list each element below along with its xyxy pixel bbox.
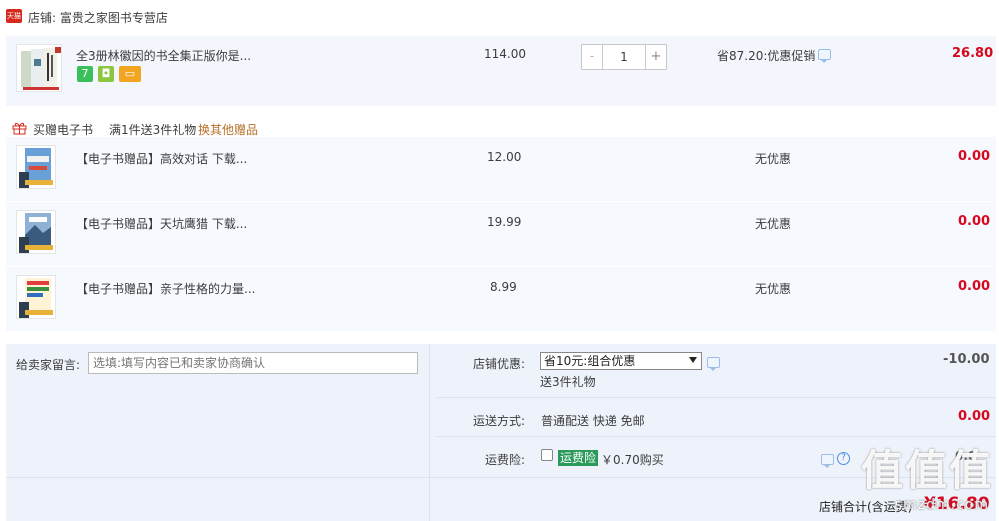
shop-discount-amount: -10.00: [943, 352, 990, 367]
gift-title[interactable]: 【电子书赠品】亲子性格的力量...: [76, 280, 255, 297]
divider: [436, 397, 996, 398]
insurance-checkbox[interactable]: [541, 449, 553, 461]
change-gift-link[interactable]: 换其他赠品: [198, 121, 258, 138]
seller-message-label: 给卖家留言:: [16, 358, 81, 372]
product-thumbnail[interactable]: [16, 44, 62, 92]
chat-icon[interactable]: [818, 49, 831, 63]
help-icon[interactable]: ?: [837, 452, 850, 465]
gift-price: 12.00: [487, 150, 522, 164]
shop-discount-note: 送3件礼物: [540, 375, 596, 389]
gift-label: 买赠电子书: [33, 123, 94, 137]
main-item-row: 全3册林徽因的书全集正版你是... 7 ◘ ▭ 114.00 - + 省87.2…: [6, 36, 996, 106]
gift-row: 【电子书赠品】天坑鹰猎 下载... 19.99 无优惠 0.00: [6, 202, 996, 266]
tmall-icon: 天猫: [6, 9, 22, 23]
item-subtotal: 26.80: [952, 46, 994, 61]
gift-thumbnail[interactable]: [16, 275, 56, 319]
gift-title[interactable]: 【电子书赠品】天坑鹰猎 下载...: [76, 215, 247, 232]
gift-promo: 无优惠: [755, 217, 792, 231]
gift-rule: 满1件送3件礼物: [109, 123, 197, 137]
shop-discount-select[interactable]: 省10元:组合优惠: [540, 352, 702, 370]
divider: [6, 477, 996, 478]
quantity-stepper[interactable]: - +: [581, 44, 667, 70]
gift-title[interactable]: 【电子书赠品】高效对话 下载...: [76, 150, 247, 167]
gift-header: 买赠电子书 满1件送3件礼物 换其他赠品: [0, 117, 999, 139]
shipping-amount: 0.00: [958, 409, 991, 424]
seller-message-input[interactable]: [88, 352, 418, 374]
shipping-label: 运送方式:: [473, 414, 526, 428]
gift-promo: 无优惠: [755, 282, 792, 296]
discount-info: 省87.20:优惠促销: [717, 49, 816, 63]
shop-discount-selected: 省10元:组合优惠: [544, 354, 636, 368]
gift-thumbnail[interactable]: [16, 145, 56, 189]
chat-icon[interactable]: [707, 357, 720, 371]
gift-promo: 无优惠: [755, 152, 792, 166]
watermark-logo: 值值值: [860, 446, 993, 495]
7-day-return-icon: 7: [77, 66, 93, 82]
gift-price: 8.99: [490, 280, 517, 294]
quantity-input[interactable]: [603, 45, 645, 69]
gift-subtotal: 0.00: [958, 214, 991, 229]
seller-message-section: 给卖家留言:: [6, 344, 430, 521]
gift-icon: [12, 122, 27, 135]
gift-thumbnail[interactable]: [16, 210, 56, 254]
order-confirm-page: 天猫 店铺: 富贵之家图书专营店 全3册林徽因的书全集正版你是... 7 ◘ ▭…: [0, 0, 999, 521]
increase-quantity-button[interactable]: +: [645, 45, 666, 69]
gift-price: 19.99: [487, 215, 522, 229]
shop-discount-label: 店铺优惠:: [473, 357, 526, 371]
authentic-icon: ◘: [98, 66, 114, 82]
order-options-panel: 给卖家留言: 店铺优惠: 省10元:组合优惠 送3件礼物 -10.00 运送方式…: [6, 344, 996, 521]
gift-subtotal: 0.00: [958, 149, 991, 164]
insurance-label: 运费险:: [485, 453, 526, 467]
shop-header: 天猫 店铺: 富贵之家图书专营店: [0, 0, 999, 34]
unit-price: 114.00: [484, 47, 526, 61]
product-title[interactable]: 全3册林徽因的书全集正版你是...: [76, 47, 251, 64]
gift-row: 【电子书赠品】亲子性格的力量... 8.99 无优惠 0.00: [6, 267, 996, 331]
shipping-method: 普通配送 快递 免邮: [541, 414, 645, 428]
gift-subtotal: 0.00: [958, 279, 991, 294]
shop-name[interactable]: 店铺: 富贵之家图书专营店: [28, 9, 168, 26]
insurance-tag: 运费险: [558, 450, 599, 466]
insurance-price: ￥0.70购买: [601, 453, 664, 467]
chat-icon[interactable]: [821, 454, 834, 468]
chevron-down-icon: [689, 357, 697, 363]
watermark-url: smzdm.com: [894, 497, 989, 513]
gift-row: 【电子书赠品】高效对话 下载... 12.00 无优惠 0.00: [6, 137, 996, 201]
decrease-quantity-button[interactable]: -: [582, 45, 603, 69]
card-payment-icon: ▭: [119, 66, 141, 82]
